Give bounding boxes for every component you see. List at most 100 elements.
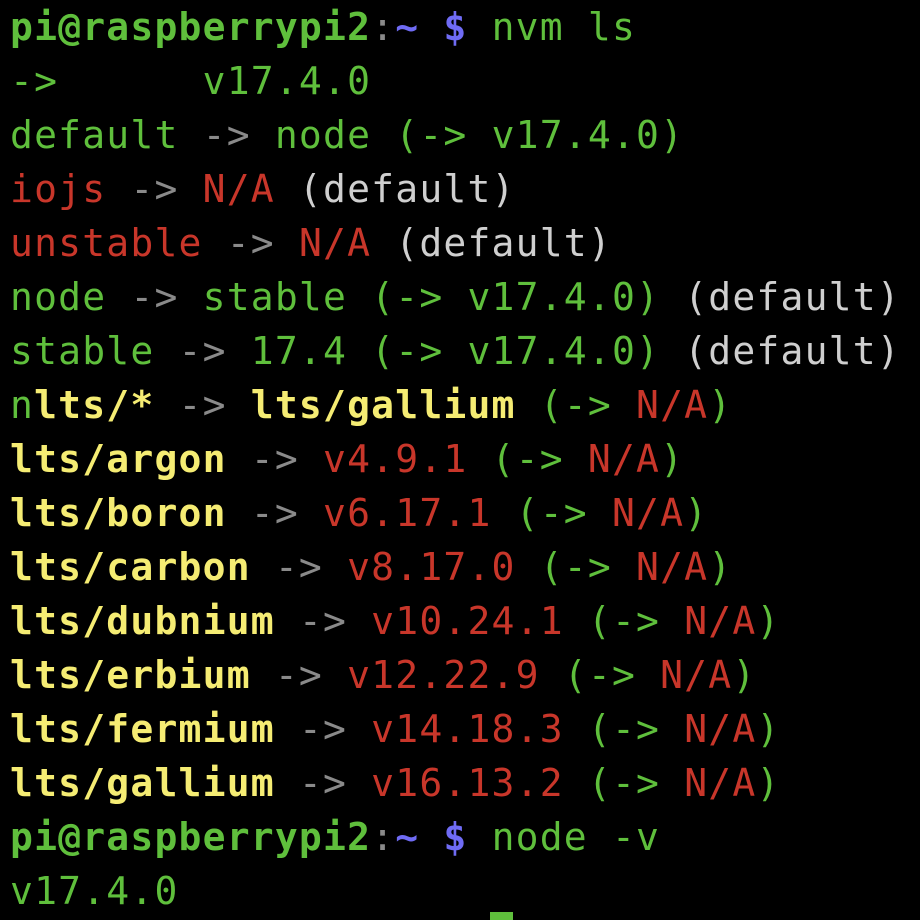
terminal-text-segment: -> [226, 437, 324, 481]
terminal-text-segment: N/A [684, 707, 757, 751]
terminal-text-segment: v8.17.0 [347, 545, 516, 589]
terminal-text-segment: -> [10, 59, 59, 103]
terminal-line: lts/erbium -> v12.22.9 (-> N/A) [10, 648, 901, 702]
terminal-line: lts/argon -> v4.9.1 (-> N/A) [10, 432, 901, 486]
terminal-text-segment: -> [154, 383, 251, 427]
terminal-text-segment: $ [419, 815, 492, 859]
terminal-text-segment: (-> [467, 437, 588, 481]
terminal-text-segment: lts/gallium [250, 383, 516, 427]
terminal-text-segment: v10.24.1 [371, 599, 564, 643]
terminal-text-segment: -> [178, 113, 275, 157]
terminal-text-segment: N/A [611, 491, 685, 535]
terminal-line: pi@raspberrypi2:~ $ nvm ls [10, 0, 901, 54]
terminal-text-segment: ) [708, 383, 733, 427]
terminal-text-segment: node -v [491, 815, 661, 859]
terminal-text-segment: N/A [684, 761, 757, 805]
terminal-text-segment: $ [419, 5, 492, 49]
terminal-text-segment: N/A [298, 221, 372, 265]
terminal-text-segment: ) [708, 545, 733, 589]
terminal-text-segment: : [371, 5, 396, 49]
terminal-line: lts/dubnium -> v10.24.1 (-> N/A) [10, 594, 901, 648]
terminal-text-segment: lts/* [34, 383, 155, 427]
terminal-text-segment: lts/carbon [10, 545, 251, 589]
terminal-line: -> v17.4.0 [10, 54, 901, 108]
terminal-text-segment: lts/argon [10, 437, 227, 481]
terminal-text-segment: pi@raspberrypi2 [10, 815, 372, 859]
terminal-text-segment: lts/gallium [10, 761, 275, 805]
terminal-text-segment: 17.4 [250, 329, 348, 373]
terminal-line: lts/fermium -> v14.18.3 (-> N/A) [10, 702, 901, 756]
terminal-text-segment: node [10, 275, 107, 319]
terminal-text-segment: (default) [660, 275, 901, 319]
terminal-text-segment: (-> [563, 761, 685, 805]
terminal-text-segment: -> [250, 653, 348, 697]
terminal-text-segment: v6.17.1 [323, 491, 492, 535]
terminal-output: pi@raspberrypi2:~ $ nvm ls -> v17.4.0 defa… [10, 0, 901, 918]
terminal-text-segment: n [10, 383, 35, 427]
terminal-text-segment: ~ [395, 815, 420, 859]
terminal-text-segment: (-> [515, 383, 637, 427]
terminal-line: nlts/* -> lts/gallium (-> N/A) [10, 378, 901, 432]
terminal-window[interactable]: pi@raspberrypi2:~ $ nvm ls -> v17.4.0 defa… [0, 0, 920, 920]
terminal-text-segment: -> [154, 329, 251, 373]
terminal-text-segment: N/A [202, 167, 275, 211]
terminal-text-segment: (-> [347, 329, 468, 373]
terminal-line: node -> stable (-> v17.4.0) (default) [10, 270, 901, 324]
terminal-line: lts/boron -> v6.17.1 (-> N/A) [10, 486, 901, 540]
terminal-text-segment: -> [202, 221, 299, 265]
terminal-text-segment: : [371, 815, 396, 859]
terminal-text-segment: -> [250, 545, 348, 589]
terminal-text-segment: (-> [491, 491, 612, 535]
terminal-text-segment: (-> [515, 545, 637, 589]
terminal-line: stable -> 17.4 (-> v17.4.0) (default) [10, 324, 901, 378]
terminal-text-segment: ) [660, 437, 685, 481]
terminal-text-segment: N/A [684, 599, 757, 643]
terminal-text-segment: (-> [563, 599, 685, 643]
terminal-text-segment: lts/erbium [10, 653, 251, 697]
terminal-text-segment: N/A [587, 437, 661, 481]
terminal-text-segment: (default) [660, 329, 901, 373]
terminal-text-segment: (default) [274, 167, 516, 211]
terminal-line: unstable -> N/A (default) [10, 216, 901, 270]
terminal-line: iojs -> N/A (default) [10, 162, 901, 216]
terminal-text-segment: ) [636, 329, 661, 373]
terminal-line: pi@raspberrypi2:~ $ node -v [10, 810, 901, 864]
terminal-text-segment: ) [756, 599, 781, 643]
terminal-line: lts/carbon -> v8.17.0 (-> N/A) [10, 540, 901, 594]
terminal-text-segment: ) [732, 653, 757, 697]
terminal-text-segment: ) [660, 113, 685, 157]
terminal-text-segment: (default) [371, 221, 612, 265]
terminal-line: lts/gallium -> v16.13.2 (-> N/A) [10, 756, 901, 810]
terminal-text-segment: -> [226, 491, 324, 535]
terminal-text-segment: v17.4.0 [467, 275, 637, 319]
terminal-text-segment: v4.9.1 [323, 437, 468, 481]
terminal-text-segment: stable [10, 329, 155, 373]
terminal-text-segment: N/A [636, 545, 709, 589]
terminal-text-segment: unstable [10, 221, 203, 265]
terminal-text-segment: pi@raspberrypi2 [10, 5, 372, 49]
terminal-text-segment: (-> [371, 113, 492, 157]
terminal-text-segment: lts/fermium [10, 707, 275, 751]
terminal-text-segment: v17.4.0 [10, 869, 179, 913]
text-cursor [490, 912, 513, 920]
terminal-text-segment: (-> [539, 653, 661, 697]
terminal-text-segment: v14.18.3 [371, 707, 564, 751]
terminal-text-segment: stable [202, 275, 348, 319]
terminal-text-segment: lts/dubnium [10, 599, 275, 643]
terminal-text-segment: nvm ls [491, 5, 637, 49]
terminal-line: v17.4.0 [10, 864, 901, 918]
terminal-text-segment: v17.4.0 [467, 329, 637, 373]
terminal-text-segment: -> [106, 275, 203, 319]
terminal-text-segment: iojs [10, 167, 107, 211]
terminal-text-segment: lts/boron [10, 491, 227, 535]
terminal-line: default -> node (-> v17.4.0) [10, 108, 901, 162]
terminal-text-segment: ) [756, 761, 781, 805]
terminal-text-segment: N/A [660, 653, 733, 697]
terminal-text-segment: -> [274, 707, 372, 751]
terminal-text-segment: ~ [395, 5, 420, 49]
terminal-text-segment: v16.13.2 [371, 761, 564, 805]
terminal-text-segment: ) [756, 707, 781, 751]
terminal-text-segment: ) [684, 491, 709, 535]
terminal-text-segment: ) [636, 275, 661, 319]
terminal-text-segment: -> [106, 167, 203, 211]
